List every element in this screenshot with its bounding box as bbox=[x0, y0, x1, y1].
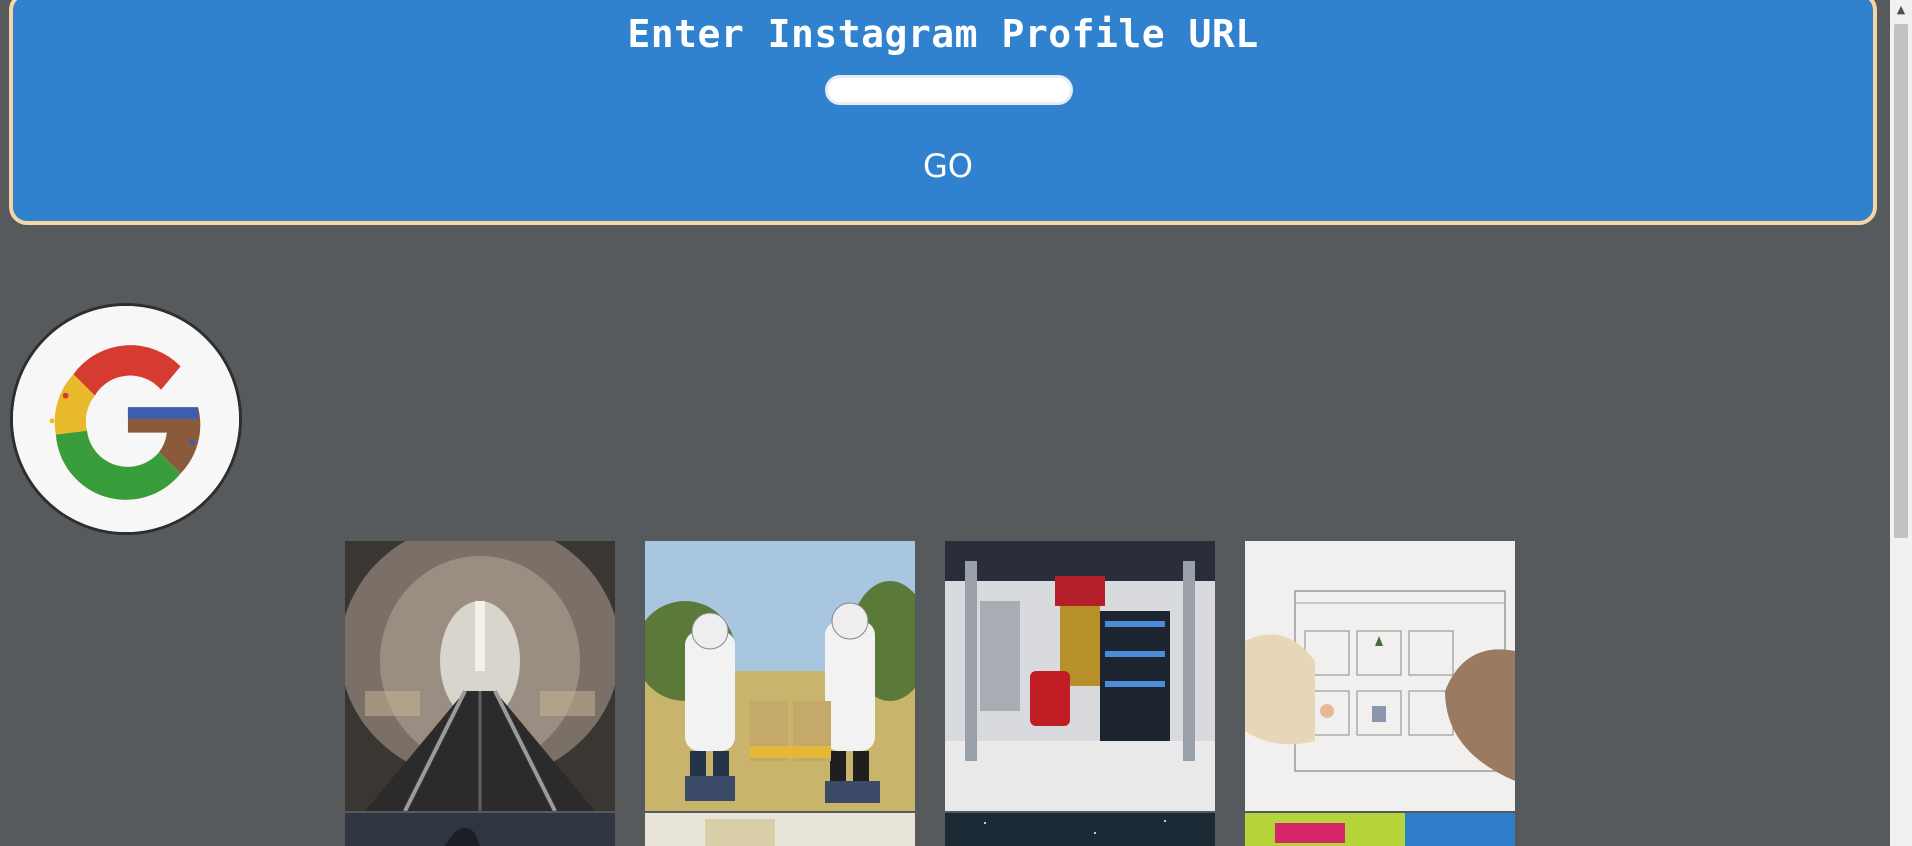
post-night-sky[interactable] bbox=[945, 813, 1215, 846]
url-form-panel: Enter Instagram Profile URL GO bbox=[9, 0, 1877, 225]
scroll-up-arrow-icon[interactable]: ▲ bbox=[1890, 0, 1912, 20]
post-illustration-tiles[interactable] bbox=[1245, 541, 1515, 811]
profile-avatar bbox=[10, 303, 242, 535]
post-mural[interactable] bbox=[1245, 813, 1515, 846]
post-dark-sky[interactable] bbox=[345, 813, 615, 846]
post-beekeepers[interactable] bbox=[645, 541, 915, 811]
page-title: Enter Instagram Profile URL bbox=[627, 12, 1259, 56]
vertical-scrollbar[interactable]: ▲ bbox=[1890, 0, 1912, 846]
post-paper[interactable] bbox=[645, 813, 915, 846]
profile-url-input[interactable] bbox=[825, 75, 1073, 105]
go-button[interactable]: GO bbox=[913, 144, 983, 188]
post-escalator-tunnel[interactable] bbox=[345, 541, 615, 811]
scrollbar-thumb[interactable] bbox=[1894, 24, 1908, 538]
google-logo-icon bbox=[13, 306, 239, 532]
post-quantum-lab[interactable] bbox=[945, 541, 1215, 811]
